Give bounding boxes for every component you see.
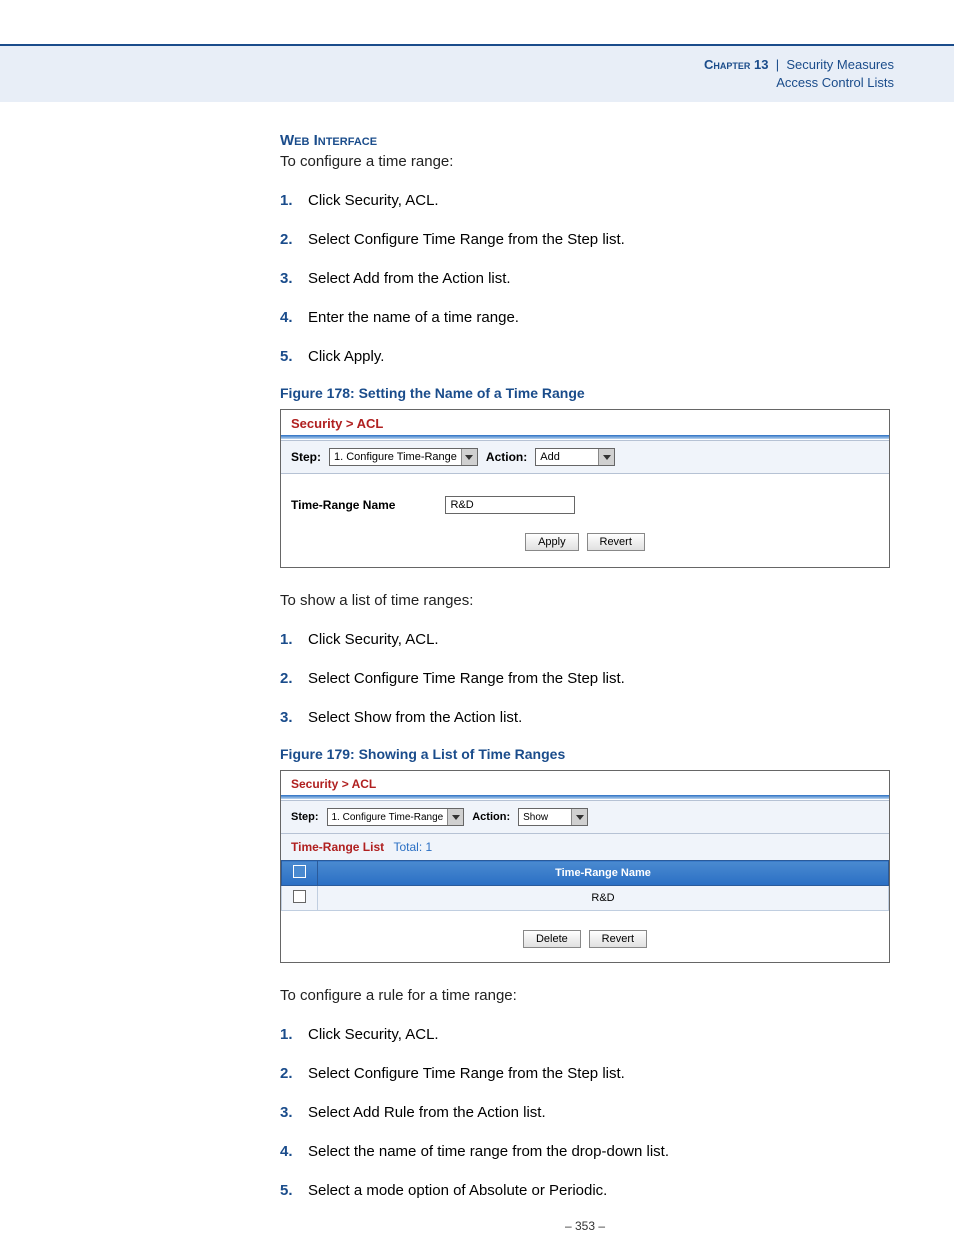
step-select-value: 1. Configure Time-Range [330, 451, 461, 463]
step-num: 2. [280, 1063, 293, 1084]
section-heading: Web Interface [280, 132, 890, 149]
action-label: Action: [472, 811, 510, 823]
row-checkbox-cell[interactable] [282, 886, 318, 911]
chapter-subtitle: Access Control Lists [0, 74, 894, 92]
step-action-bar: Step: 1. Configure Time-Range Action: Ad… [281, 440, 889, 474]
step-label: Step: [291, 811, 319, 823]
list-header: Time-Range List Total: 1 [281, 834, 889, 860]
revert-button[interactable]: Revert [587, 533, 645, 551]
col-time-range-name: Time-Range Name [318, 861, 889, 886]
page-number: – 353 – [280, 1219, 890, 1233]
step-text: Select Show from the Action list. [308, 709, 522, 726]
intro-text-2: To show a list of time ranges: [280, 590, 890, 611]
intro-text-1: To configure a time range: [280, 151, 890, 172]
step-num: 1. [280, 190, 293, 211]
steps-list-3: 1. Click Security, ACL. 2. Select Configur… [280, 1024, 890, 1201]
action-select[interactable]: Add [535, 448, 615, 466]
time-range-name-label: Time-Range Name [291, 498, 395, 512]
step-text: Click Security, ACL. [308, 1026, 439, 1043]
header-band: Chapter 13 | Security Measures Access Co… [0, 46, 954, 102]
chevron-down-icon [571, 809, 587, 825]
gradient-bar [281, 435, 889, 439]
steps-list-2: 1. Click Security, ACL. 2. Select Configur… [280, 629, 890, 728]
step-select[interactable]: 1. Configure Time-Range [329, 448, 478, 466]
step-label: Step: [291, 450, 321, 464]
step-num: 2. [280, 668, 293, 689]
step-text: Select Configure Time Range from the Ste… [308, 670, 625, 687]
intro-text-3: To configure a rule for a time range: [280, 985, 890, 1006]
chevron-down-icon [461, 449, 477, 465]
action-select-value: Show [519, 812, 571, 823]
figure-178-caption: Figure 178: Setting the Name of a Time R… [280, 385, 890, 401]
step-num: 3. [280, 268, 293, 289]
chapter-title: Security Measures [786, 57, 894, 72]
step-num: 1. [280, 1024, 293, 1045]
checkbox-icon [293, 865, 306, 878]
action-select[interactable]: Show [518, 808, 588, 826]
steps-list-1: 1. Click Security, ACL. 2. Select Configur… [280, 190, 890, 367]
time-range-table: Time-Range Name R&D [281, 860, 889, 911]
top-margin [0, 0, 954, 46]
step-text: Click Security, ACL. [308, 192, 439, 209]
chevron-down-icon [598, 449, 614, 465]
apply-button[interactable]: Apply [525, 533, 579, 551]
step-action-bar: Step: 1. Configure Time-Range Action: Sh… [281, 800, 889, 834]
step-num: 4. [280, 1141, 293, 1162]
step-num: 3. [280, 1102, 293, 1123]
breadcrumb: Security > ACL [281, 410, 889, 435]
revert-button[interactable]: Revert [589, 930, 647, 948]
figure-178-screenshot: Security > ACL Step: 1. Configure Time-R… [280, 409, 890, 568]
step-text: Select a mode option of Absolute or Peri… [308, 1182, 607, 1199]
action-label: Action: [486, 450, 527, 464]
step-text: Select the name of time range from the d… [308, 1143, 669, 1160]
step-num: 5. [280, 346, 293, 367]
step-text: Select Configure Time Range from the Ste… [308, 1065, 625, 1082]
step-text: Enter the name of a time range. [308, 309, 519, 326]
chapter-sep: | [772, 57, 786, 72]
gradient-bar [281, 795, 889, 799]
step-text: Click Security, ACL. [308, 631, 439, 648]
step-num: 5. [280, 1180, 293, 1201]
step-text: Select Add Rule from the Action list. [308, 1104, 546, 1121]
step-text: Click Apply. [308, 348, 384, 365]
list-label: Time-Range List [291, 840, 384, 854]
table-row: R&D [282, 886, 889, 911]
step-num: 2. [280, 229, 293, 250]
action-select-value: Add [536, 451, 598, 463]
figure-179-screenshot: Security > ACL Step: 1. Configure Time-R… [280, 770, 890, 963]
step-text: Select Add from the Action list. [308, 270, 511, 287]
chevron-down-icon [447, 809, 463, 825]
chapter-label: Chapter 13 [704, 57, 768, 72]
step-num: 4. [280, 307, 293, 328]
figure-179-caption: Figure 179: Showing a List of Time Range… [280, 746, 890, 762]
time-range-name-input[interactable] [445, 496, 575, 514]
step-num: 3. [280, 707, 293, 728]
step-num: 1. [280, 629, 293, 650]
checkbox-icon [293, 890, 306, 903]
select-all-header[interactable] [282, 861, 318, 886]
step-text: Select Configure Time Range from the Ste… [308, 231, 625, 248]
delete-button[interactable]: Delete [523, 930, 581, 948]
row-value: R&D [318, 886, 889, 911]
list-total: Total: 1 [393, 840, 432, 854]
step-select[interactable]: 1. Configure Time-Range [327, 808, 465, 826]
step-select-value: 1. Configure Time-Range [328, 812, 448, 823]
breadcrumb: Security > ACL [281, 771, 889, 795]
